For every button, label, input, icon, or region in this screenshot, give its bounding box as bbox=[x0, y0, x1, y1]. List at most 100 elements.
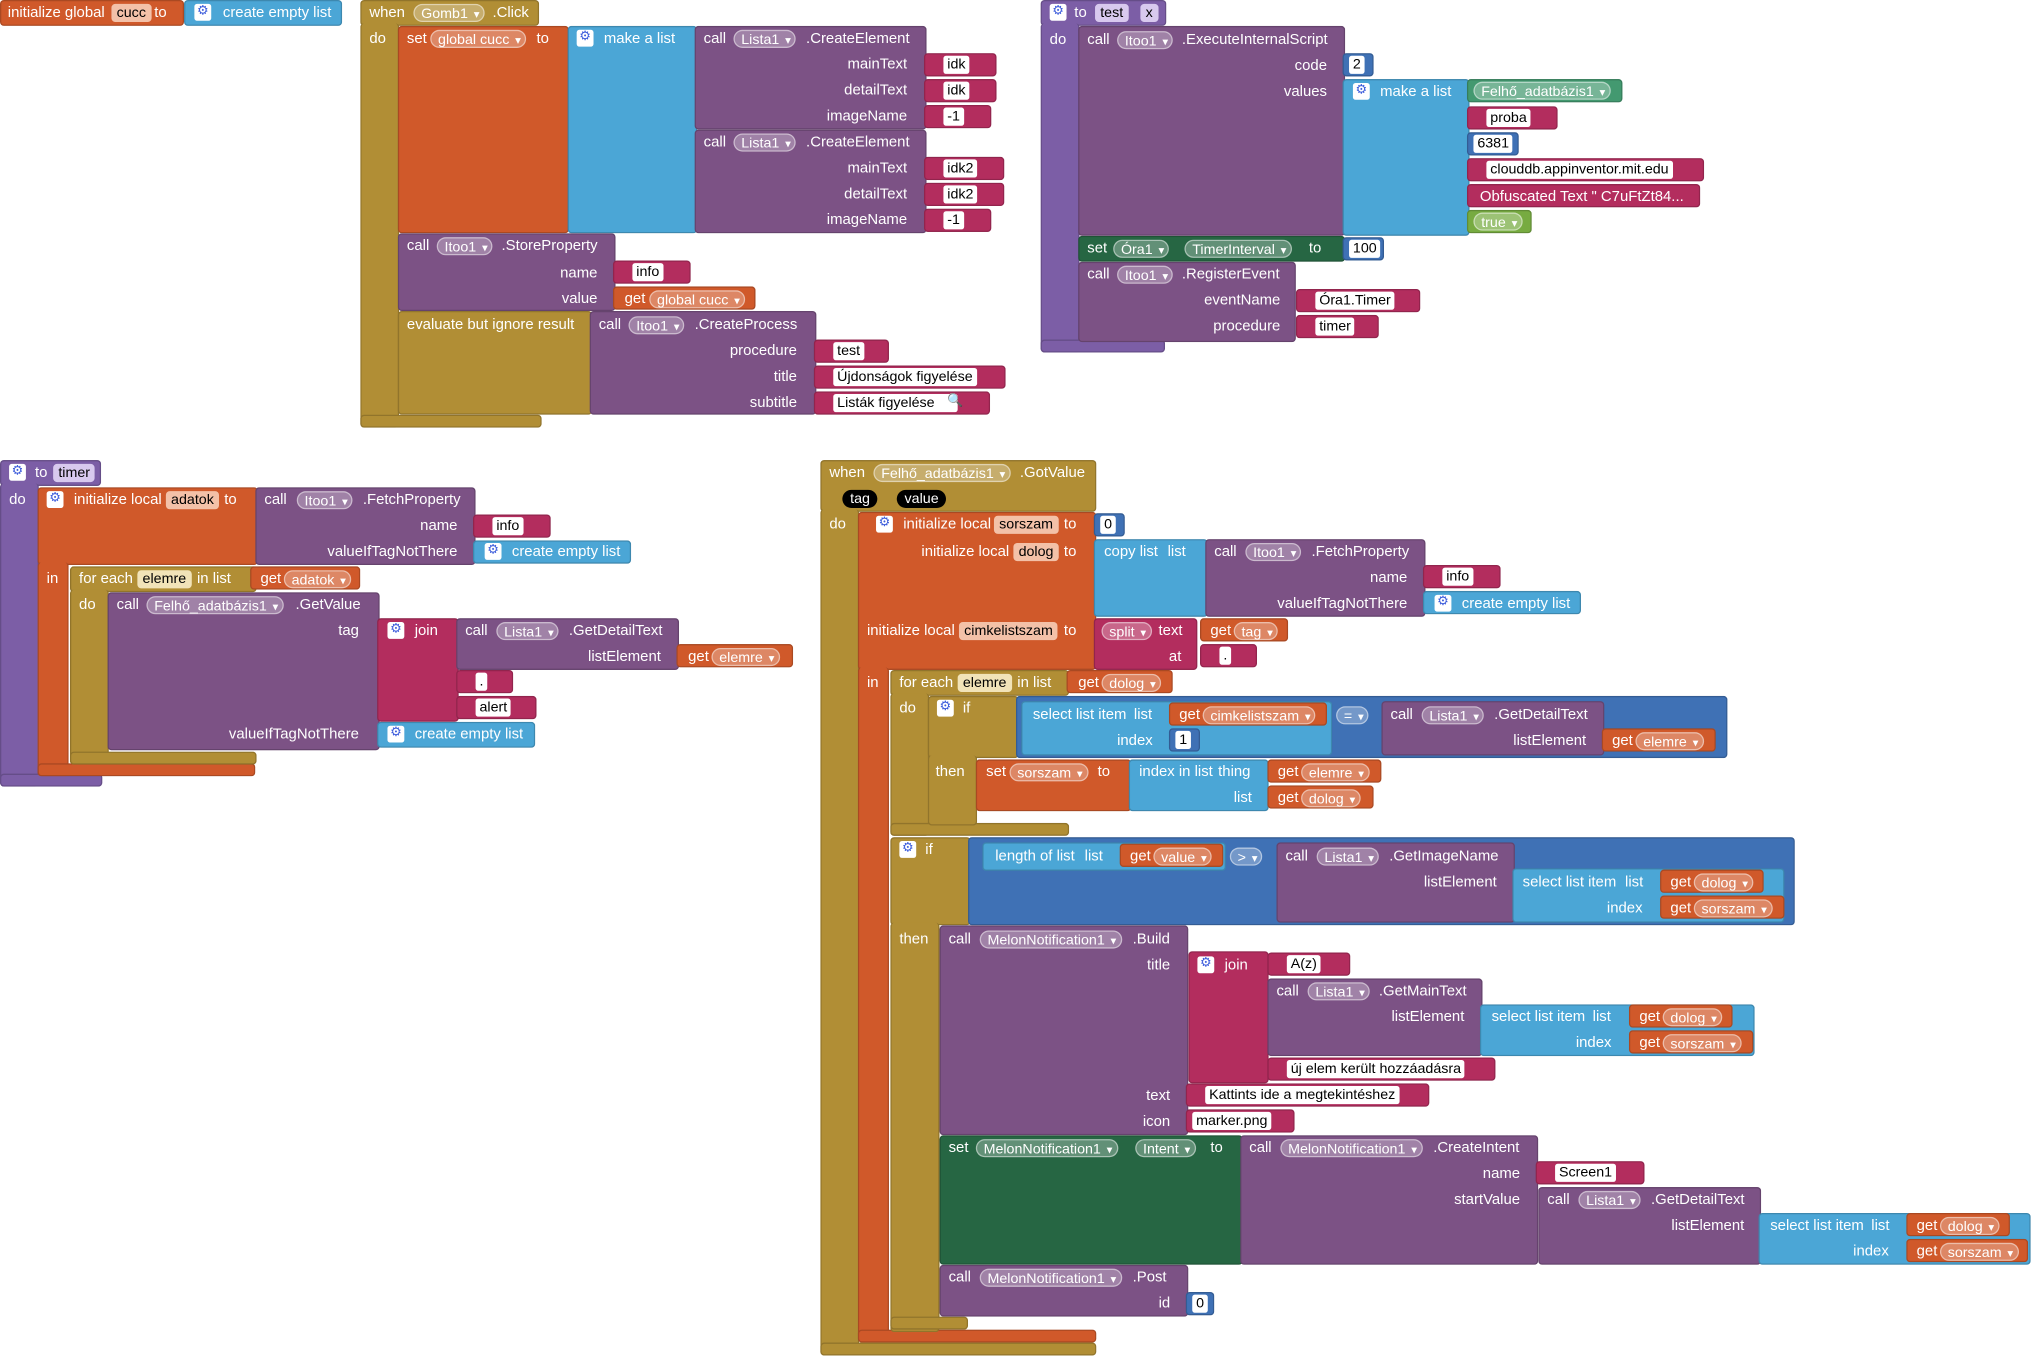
component-dropdown-lista1[interactable]: Lista1 bbox=[496, 622, 559, 641]
number-value[interactable]: 6381 bbox=[1473, 134, 1513, 153]
var-name-elemre[interactable]: elemre bbox=[957, 673, 1012, 693]
mutator-gear-icon[interactable]: ⚙ bbox=[876, 515, 893, 533]
var-dropdown-cimkelistszam[interactable]: cimkelistszam bbox=[1202, 706, 1316, 726]
component-dropdown-melon[interactable]: MelonNotification1 bbox=[979, 930, 1122, 950]
number-value[interactable]: 2 bbox=[1349, 55, 1365, 74]
text-value[interactable]: clouddb.appinventor.mit.edu bbox=[1486, 160, 1673, 179]
component-dropdown-melon[interactable]: MelonNotification1 bbox=[1280, 1139, 1423, 1159]
number-value[interactable]: 100 bbox=[1349, 239, 1381, 258]
component-dropdown-lista1[interactable]: Lista1 bbox=[1421, 706, 1485, 726]
component-dropdown-itoo1[interactable]: Itoo1 bbox=[296, 491, 354, 511]
component-dropdown-lista1[interactable]: Lista1 bbox=[1578, 1190, 1642, 1210]
text-value[interactable]: Újdonságok figyelése bbox=[833, 368, 977, 387]
split-dropdown[interactable]: split bbox=[1101, 622, 1152, 641]
blocks-workspace[interactable]: initialize global cucc to ⚙ create empty… bbox=[0, 0, 2032, 1356]
var-dropdown-value[interactable]: value bbox=[1153, 847, 1213, 867]
text-value[interactable]: idk2 bbox=[943, 159, 978, 178]
mutator-gear-icon[interactable]: ⚙ bbox=[194, 3, 212, 21]
text-value[interactable]: info bbox=[1442, 567, 1474, 586]
text-value[interactable]: Listák figyelése bbox=[833, 393, 958, 413]
component-dropdown-itoo1[interactable]: Itoo1 bbox=[436, 237, 494, 257]
component-dropdown-felho[interactable]: Felhő_adatbázis1 bbox=[1473, 81, 1611, 101]
var-dropdown-tag[interactable]: tag bbox=[1233, 622, 1279, 641]
var-name-sorszam[interactable]: sorszam bbox=[993, 515, 1059, 534]
mutator-gear-icon[interactable]: ⚙ bbox=[1352, 82, 1370, 100]
component-dropdown-melon[interactable]: MelonNotification1 bbox=[979, 1268, 1122, 1288]
text-value[interactable]: A(z) bbox=[1286, 955, 1321, 974]
mutator-gear-icon[interactable]: ⚙ bbox=[899, 841, 917, 858]
text-value[interactable]: Screen1 bbox=[1555, 1163, 1616, 1182]
mutator-gear-icon[interactable]: ⚙ bbox=[387, 725, 405, 743]
component-dropdown-itoo1[interactable]: Itoo1 bbox=[1117, 265, 1174, 285]
var-dropdown-global-cucc[interactable]: global cucc bbox=[430, 29, 527, 49]
text-value[interactable]: test bbox=[833, 342, 865, 361]
component-dropdown-lista1[interactable]: Lista1 bbox=[1316, 847, 1380, 867]
mutator-gear-icon[interactable]: ⚙ bbox=[1049, 3, 1067, 21]
text-value[interactable]: idk bbox=[943, 81, 970, 100]
mutator-gear-icon[interactable]: ⚙ bbox=[9, 463, 26, 481]
text-value[interactable]: új elem került hozzáadásra bbox=[1286, 1060, 1465, 1079]
var-dropdown-dolog[interactable]: dolog bbox=[1301, 789, 1361, 809]
init-local-sorszam-block[interactable] bbox=[857, 511, 1097, 670]
text-value[interactable]: timer bbox=[1315, 317, 1355, 336]
text-value[interactable]: idk2 bbox=[943, 185, 978, 204]
var-name-elemre[interactable]: elemre bbox=[137, 570, 192, 589]
var-dropdown-adatok[interactable]: adatok bbox=[283, 570, 352, 590]
mutator-gear-icon[interactable]: ⚙ bbox=[387, 622, 405, 639]
var-dropdown-dolog[interactable]: dolog bbox=[1662, 1008, 1723, 1028]
component-dropdown-melon[interactable]: MelonNotification1 bbox=[975, 1139, 1118, 1159]
event-param-value[interactable]: value bbox=[896, 489, 947, 508]
var-name-cucc[interactable]: cucc bbox=[111, 3, 152, 23]
number-value[interactable]: 0 bbox=[1192, 1294, 1208, 1313]
mutator-gear-icon[interactable]: ⚙ bbox=[46, 491, 64, 508]
number-value[interactable]: 1 bbox=[1175, 730, 1192, 750]
property-dropdown-intent[interactable]: Intent bbox=[1135, 1139, 1196, 1159]
var-name-dolog[interactable]: dolog bbox=[1013, 542, 1059, 562]
var-dropdown-sorszam[interactable]: sorszam bbox=[1009, 763, 1088, 783]
component-dropdown-felho[interactable]: Felhő_adatbázis1 bbox=[873, 463, 1011, 483]
component-dropdown-lista1[interactable]: Lista1 bbox=[1307, 982, 1371, 1002]
property-dropdown-timerinterval[interactable]: TimerInterval bbox=[1184, 239, 1292, 259]
component-dropdown-itoo1[interactable]: Itoo1 bbox=[628, 316, 685, 336]
component-dropdown-lista1[interactable]: Lista1 bbox=[733, 133, 797, 153]
text-value[interactable]: Kattints ide a megtekintéshez bbox=[1205, 1085, 1400, 1105]
text-value[interactable]: idk bbox=[943, 55, 970, 74]
text-value[interactable]: . bbox=[1219, 646, 1232, 665]
component-dropdown-gomb1[interactable]: Gomb1 bbox=[413, 3, 485, 23]
component-dropdown-itoo1[interactable]: Itoo1 bbox=[1245, 542, 1302, 562]
mutator-gear-icon[interactable]: ⚙ bbox=[1197, 956, 1215, 974]
text-value[interactable]: proba bbox=[1486, 108, 1531, 127]
procedure-name-test[interactable]: test bbox=[1095, 3, 1129, 23]
text-value[interactable]: -1 bbox=[943, 211, 964, 230]
number-value[interactable]: 0 bbox=[1100, 515, 1116, 534]
var-dropdown-sorszam[interactable]: sorszam bbox=[1662, 1034, 1742, 1054]
component-dropdown-ora1[interactable]: Óra1 bbox=[1113, 239, 1170, 259]
make-a-list-block[interactable] bbox=[567, 25, 698, 234]
mutator-gear-icon[interactable]: ⚙ bbox=[576, 29, 594, 47]
component-dropdown-lista1[interactable]: Lista1 bbox=[733, 29, 797, 49]
component-dropdown-itoo1[interactable]: Itoo1 bbox=[1117, 31, 1174, 51]
var-dropdown-elemre[interactable]: elemre bbox=[1635, 732, 1704, 752]
var-name-cimkelistszam[interactable]: cimkelistszam bbox=[958, 622, 1059, 641]
mutator-gear-icon[interactable]: ⚙ bbox=[484, 542, 502, 560]
set-global-cucc-block[interactable] bbox=[397, 25, 569, 234]
compare-operator-dropdown[interactable]: = bbox=[1336, 706, 1370, 726]
make-a-list-block[interactable] bbox=[1342, 79, 1470, 236]
var-dropdown-dolog[interactable]: dolog bbox=[1939, 1216, 2000, 1236]
event-param-tag[interactable]: tag bbox=[842, 489, 878, 508]
var-dropdown-sorszam[interactable]: sorszam bbox=[1939, 1242, 2019, 1262]
text-value[interactable]: info bbox=[632, 263, 664, 282]
text-value[interactable]: . bbox=[475, 672, 488, 691]
mutator-gear-icon[interactable]: ⚙ bbox=[1434, 594, 1452, 612]
param-name-x[interactable]: x bbox=[1140, 3, 1158, 23]
text-value[interactable]: marker.png bbox=[1192, 1111, 1272, 1131]
compare-operator-dropdown[interactable]: > bbox=[1229, 847, 1263, 867]
var-name-adatok[interactable]: adatok bbox=[165, 491, 220, 510]
var-dropdown-global-cucc[interactable]: global cucc bbox=[649, 290, 746, 310]
var-dropdown-elemre[interactable]: elemre bbox=[1301, 763, 1370, 783]
var-dropdown-elemre[interactable]: elemre bbox=[711, 647, 780, 667]
text-value[interactable]: alert bbox=[475, 698, 512, 717]
text-value[interactable]: -1 bbox=[943, 107, 964, 126]
text-value[interactable]: Óra1.Timer bbox=[1315, 291, 1395, 310]
var-dropdown-dolog[interactable]: dolog bbox=[1693, 873, 1754, 893]
